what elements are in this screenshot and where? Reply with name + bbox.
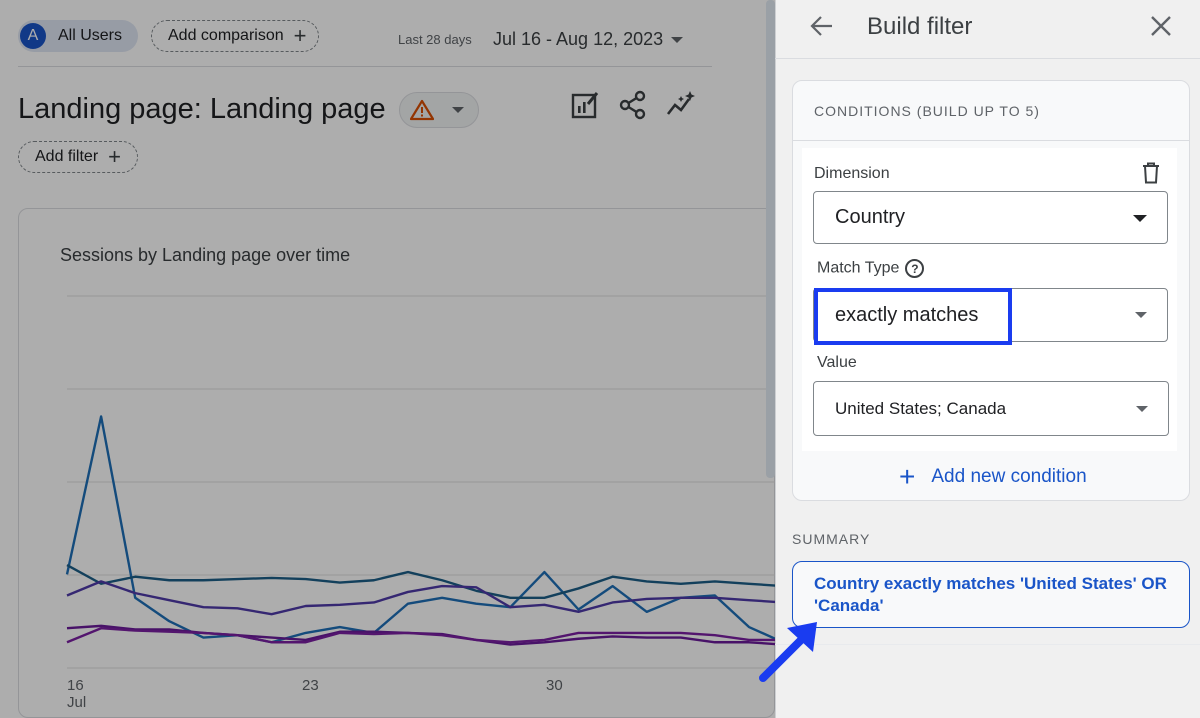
- dropdown-arrow-icon: [1136, 405, 1148, 412]
- dimension-label: Dimension: [814, 165, 890, 182]
- match-type-label: Match Type: [817, 259, 900, 277]
- add-condition-label: Add new condition: [931, 466, 1087, 487]
- value-select[interactable]: United States; Canada: [813, 381, 1169, 436]
- dropdown-arrow-icon: [1133, 214, 1147, 222]
- x-tick-label: 23: [302, 677, 319, 694]
- pointer-arrow-icon: [759, 622, 817, 682]
- divider: [775, 58, 1200, 59]
- dimension-value: Country: [835, 206, 906, 228]
- help-icon[interactable]: ?: [905, 259, 925, 278]
- report-area: A All Users Add comparison + Last 28 day…: [0, 0, 775, 718]
- match-type-value: exactly matches: [835, 303, 979, 326]
- series-line-4: [66, 624, 775, 646]
- value-value: United States; Canada: [835, 398, 1007, 418]
- series-line-2: [66, 563, 775, 599]
- panel-title: Build filter: [867, 13, 973, 40]
- divider: [792, 140, 1190, 141]
- close-icon[interactable]: [1150, 15, 1172, 37]
- add-new-condition-button[interactable]: + Add new condition: [899, 463, 1087, 491]
- back-arrow-icon[interactable]: [810, 14, 834, 38]
- line-chart: [65, 295, 775, 669]
- dropdown-arrow-icon: [1135, 312, 1147, 318]
- match-type-label-row: Match Type?: [817, 259, 925, 278]
- value-label: Value: [817, 354, 857, 371]
- summary-box: Country exactly matches 'United States' …: [792, 561, 1190, 628]
- summary-label: SUMMARY: [792, 531, 871, 547]
- trash-icon[interactable]: [1141, 162, 1161, 184]
- plus-icon: +: [899, 461, 916, 492]
- dimension-select[interactable]: Country: [813, 191, 1168, 244]
- scrollbar[interactable]: [766, 0, 775, 478]
- series-line-3: [66, 580, 775, 616]
- conditions-header: CONDITIONS (BUILD UP TO 5): [814, 103, 1040, 119]
- x-tick-label: 16 Jul: [67, 677, 87, 711]
- x-tick-label: 30: [546, 677, 563, 694]
- match-type-select[interactable]: exactly matches: [813, 288, 1168, 342]
- divider: [775, 644, 1200, 645]
- series-line-1: [65, 415, 775, 644]
- summary-text: Country exactly matches 'United States' …: [814, 574, 1167, 615]
